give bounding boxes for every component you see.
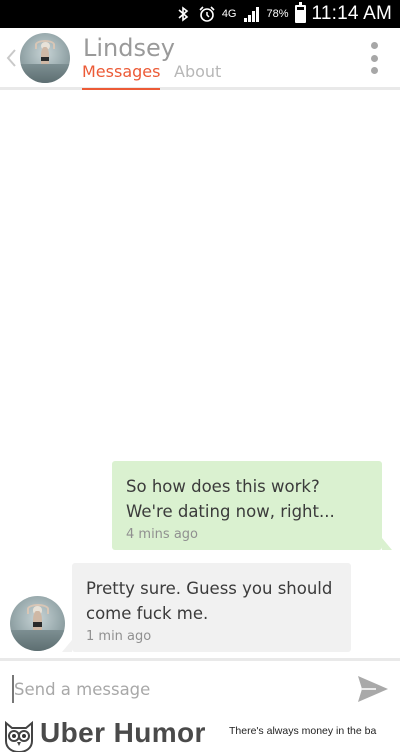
watermark-footer: Uber Humor There's always money in the b… xyxy=(0,716,400,752)
avatar-water xyxy=(20,64,70,83)
message-timestamp: 4 mins ago xyxy=(126,527,198,542)
menu-dot xyxy=(370,67,378,74)
contact-avatar[interactable] xyxy=(20,33,70,83)
status-bar: 4G 78% 11:14 AM xyxy=(0,0,400,28)
clock: 11:14 AM xyxy=(311,3,392,24)
owl-logo-icon xyxy=(2,719,36,752)
network-4g-icon: 4G xyxy=(221,8,237,20)
message-text: So how does this work? We're dating now,… xyxy=(126,477,335,521)
status-icons: 4G 78% 11:14 AM xyxy=(174,0,392,28)
signal-icon xyxy=(243,5,261,23)
message-input[interactable] xyxy=(12,675,332,703)
sender-avatar[interactable] xyxy=(10,596,65,651)
bluetooth-icon xyxy=(174,5,192,23)
message-composer xyxy=(0,658,400,716)
tab-about[interactable]: About xyxy=(174,62,221,81)
overflow-menu-icon[interactable] xyxy=(370,42,378,74)
message-list[interactable]: So how does this work? We're dating now,… xyxy=(0,90,400,658)
incoming-message-bubble[interactable]: Pretty sure. Guess you should come fuck … xyxy=(62,563,351,652)
menu-dot xyxy=(370,42,378,49)
brand-name: Uber Humor xyxy=(40,717,206,748)
avatar-swimsuit xyxy=(41,57,49,61)
tab-messages[interactable]: Messages xyxy=(82,62,161,91)
conversation-header: Lindsey Messages About xyxy=(0,28,400,91)
contact-name[interactable]: Lindsey xyxy=(83,34,175,62)
back-chevron-icon[interactable] xyxy=(4,44,18,72)
menu-dot xyxy=(370,54,378,62)
battery-fill xyxy=(296,10,304,21)
outgoing-message-bubble[interactable]: So how does this work? We're dating now,… xyxy=(112,461,392,550)
alarm-icon xyxy=(198,5,216,23)
tagline: There's always money in the ba xyxy=(229,725,377,737)
send-icon[interactable] xyxy=(356,673,390,705)
message-timestamp: 1 min ago xyxy=(86,629,152,644)
avatar-water xyxy=(10,630,65,651)
avatar-swimsuit xyxy=(33,622,42,627)
battery-percent: 78% xyxy=(266,8,289,20)
battery-icon xyxy=(294,2,306,23)
message-text: Pretty sure. Guess you should come fuck … xyxy=(86,579,333,623)
